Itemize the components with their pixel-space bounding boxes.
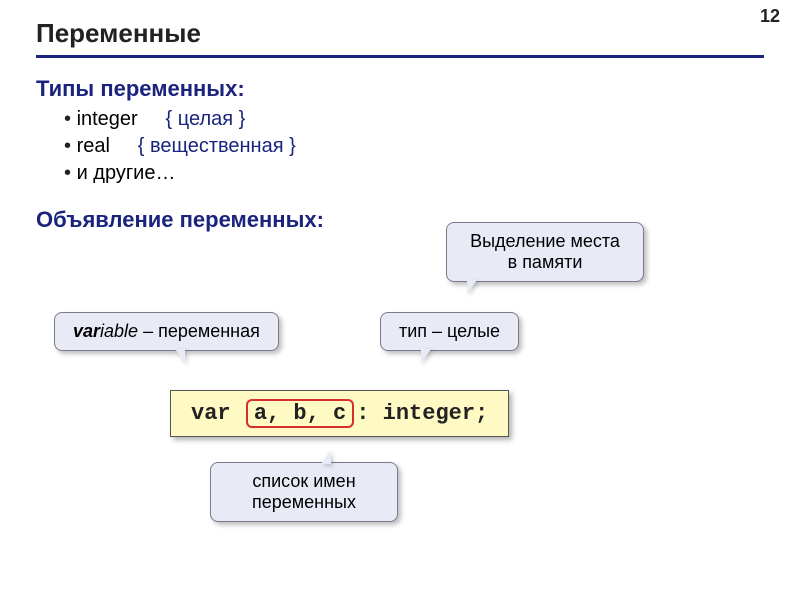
callout-memory-text: Выделение места в памяти [470,231,620,272]
type-comment: { целая } [166,108,246,130]
code-keyword: var [191,401,244,426]
page-number: 12 [760,6,780,27]
callout-list: список имен переменных [210,462,398,522]
callout-variable-rest: – переменная [138,321,260,341]
callout-memory: Выделение места в памяти [446,222,644,282]
callout-tail [175,349,185,363]
type-name: real [77,135,110,157]
type-comment: { вещественная } [138,135,296,157]
code-names-highlight: a, b, c [246,399,354,428]
slide: 12 Переменные Типы переменных: integer {… [0,0,800,600]
callout-tail [321,450,331,464]
callout-type-text: тип – целые [399,321,500,341]
callout-tail [467,280,477,294]
type-row-real: real { вещественная } [64,135,764,158]
type-name: integer [77,108,138,130]
code-tail: : integer; [356,401,488,426]
callout-type: тип – целые [380,312,519,351]
callout-tail [421,349,431,363]
types-list: integer { целая } real { вещественная } … [64,108,764,185]
declaration-heading: Объявление переменных: [36,207,764,233]
callout-variable-bold: var [73,321,100,341]
type-other-text: и другие… [77,162,176,184]
types-heading: Типы переменных: [36,76,764,102]
slide-title: Переменные [36,18,764,58]
type-row-other: и другие… [64,162,764,185]
callout-variable: variable – переменная [54,312,279,351]
code-declaration: var a, b, c: integer; [170,390,509,437]
callout-list-text: список имен переменных [252,471,356,512]
callout-variable-italic: iable [100,321,138,341]
type-row-integer: integer { целая } [64,108,764,131]
